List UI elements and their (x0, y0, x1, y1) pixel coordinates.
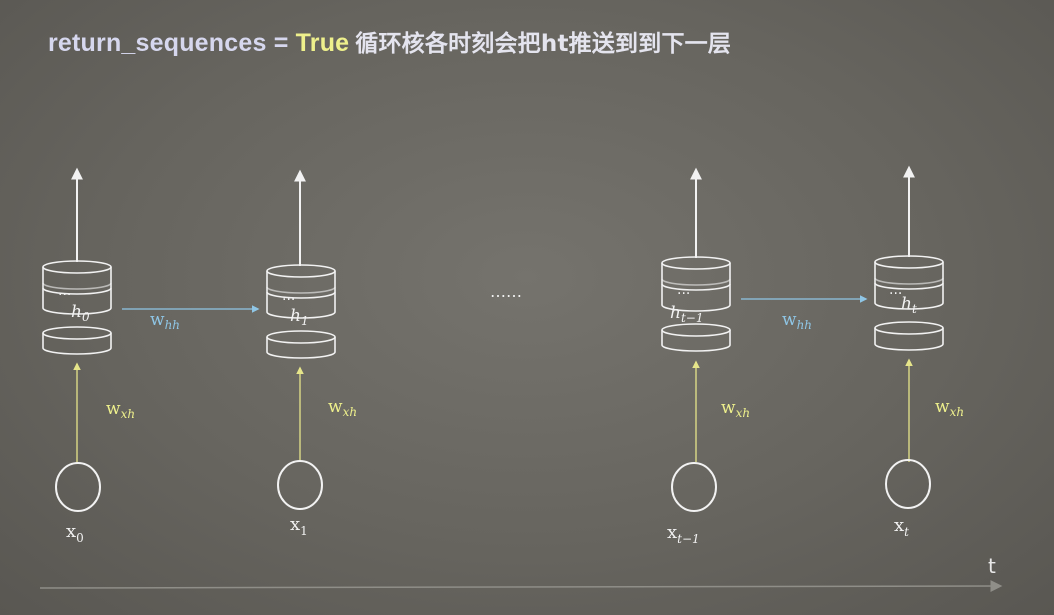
input-label: xt (894, 515, 909, 539)
input-node (885, 459, 931, 509)
hidden-state-label: h1 (290, 306, 309, 328)
sequence-ellipsis: …… (490, 282, 522, 301)
input-node (277, 460, 323, 510)
rnn-cell-0: ··· h0 wxh x0 (42, 167, 135, 545)
rnn-cell-t: ··· ht wxh xt (874, 165, 964, 539)
hidden-layer-block (874, 321, 944, 351)
hidden-state-label: ht−1 (670, 303, 703, 325)
recurrent-weight-label: whh (150, 310, 180, 332)
time-axis: t (39, 554, 1003, 593)
input-label: x0 (66, 521, 84, 545)
recurrent-weight-label: whh (782, 310, 812, 332)
hidden-layer-block (266, 330, 336, 359)
input-label: xt−1 (667, 522, 700, 546)
memory-block (266, 264, 336, 319)
time-axis-label: t (988, 554, 996, 578)
cell-dots: ··· (58, 287, 71, 303)
rnn-diagram: ··· h0 wxh x0 whh ··· h1 wxh x1 …… ··· h… (39, 165, 1003, 593)
input-node (55, 462, 101, 512)
input-weight-label: wxh (721, 398, 750, 420)
recurrent-connection-1: whh (741, 295, 868, 332)
time-axis-line (39, 580, 1003, 593)
input-weight-label: wxh (935, 397, 964, 419)
rnn-cell-t-minus-1: ··· ht−1 wxh xt−1 (661, 167, 750, 546)
hidden-state-label: ht (901, 294, 917, 316)
input-label: x1 (290, 514, 308, 538)
hidden-layer-block (42, 326, 112, 355)
cell-dots: ··· (677, 286, 690, 302)
hidden-layer-block (661, 323, 731, 352)
input-weight-label: wxh (328, 397, 357, 419)
hidden-state-label: h0 (71, 302, 90, 324)
input-node (671, 462, 717, 512)
recurrent-connection-0: whh (122, 305, 260, 332)
rnn-cell-1: ··· h1 wxh x1 (266, 169, 357, 538)
input-weight-label: wxh (106, 399, 135, 421)
